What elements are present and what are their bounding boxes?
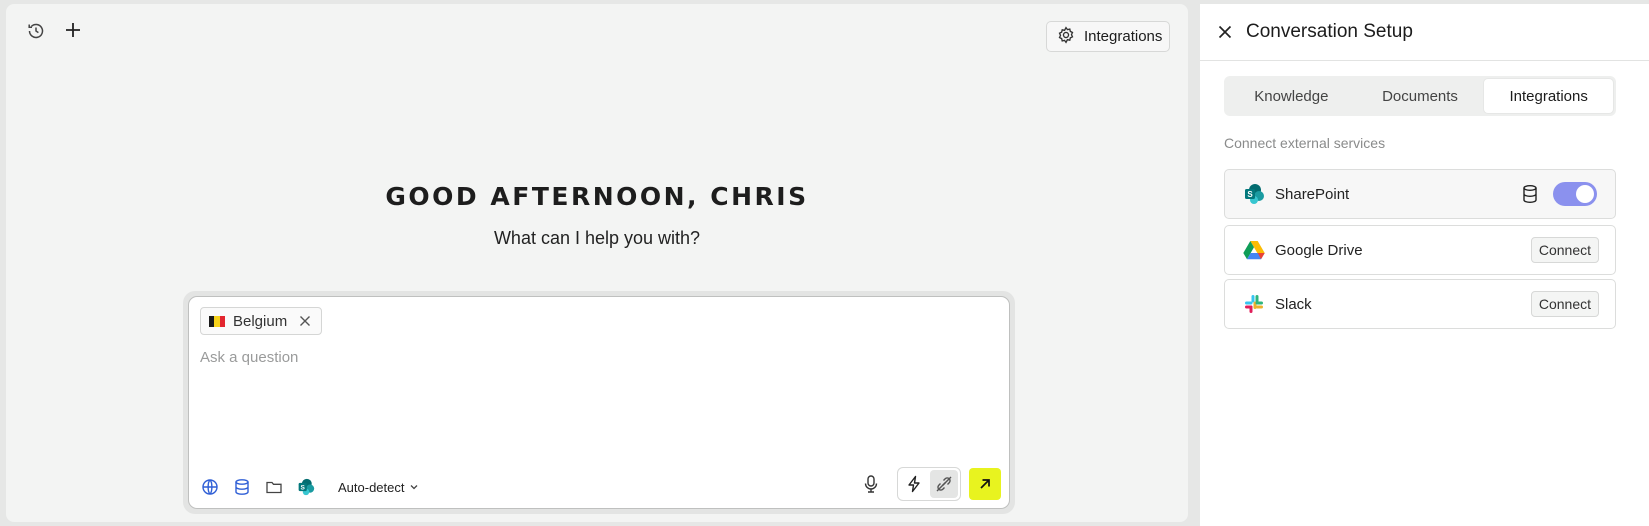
composer-toolbar-left: S Auto-detect bbox=[200, 477, 419, 497]
database-icon[interactable] bbox=[1521, 184, 1539, 204]
sharepoint-toggle[interactable] bbox=[1553, 182, 1597, 206]
service-row-slack: Slack Connect bbox=[1224, 279, 1616, 329]
close-icon[interactable] bbox=[299, 315, 311, 327]
integrations-button[interactable]: Integrations bbox=[1046, 21, 1170, 52]
database-icon[interactable] bbox=[232, 477, 252, 497]
service-row-sharepoint: S SharePoint bbox=[1224, 169, 1616, 219]
main-area: Integrations GOOD AFTERNOON, CHRIS What … bbox=[6, 4, 1188, 522]
country-chip-label: Belgium bbox=[233, 312, 288, 330]
panel-tabs: Knowledge Documents Integrations bbox=[1224, 76, 1616, 116]
panel-header: Conversation Setup bbox=[1200, 4, 1649, 61]
service-name: Slack bbox=[1275, 295, 1312, 313]
slack-logo-icon bbox=[1243, 293, 1265, 315]
language-select-label: Auto-detect bbox=[338, 479, 405, 495]
google-drive-logo-icon bbox=[1243, 239, 1265, 261]
no-link-icon[interactable] bbox=[930, 470, 958, 498]
gear-icon bbox=[1057, 25, 1075, 48]
greeting-subtitle: What can I help you with? bbox=[493, 228, 701, 248]
service-name: Google Drive bbox=[1275, 241, 1363, 259]
integrations-button-label: Integrations bbox=[1084, 28, 1163, 45]
conversation-setup-panel: Conversation Setup Knowledge Documents I… bbox=[1200, 4, 1649, 526]
connect-google-drive-button[interactable]: Connect bbox=[1530, 237, 1599, 263]
service-row-google-drive: Google Drive Connect bbox=[1224, 225, 1616, 275]
chevron-down-icon bbox=[409, 482, 419, 492]
panel-title: Conversation Setup bbox=[1246, 21, 1413, 42]
send-button[interactable] bbox=[969, 468, 1001, 500]
composer: Belgium Ask a question S Auto-detect bbox=[188, 296, 1010, 509]
language-select[interactable]: Auto-detect bbox=[338, 480, 419, 495]
belgium-flag-icon bbox=[209, 315, 225, 327]
connect-slack-button[interactable]: Connect bbox=[1530, 291, 1599, 317]
microphone-icon[interactable] bbox=[857, 470, 885, 498]
lightning-icon[interactable] bbox=[900, 470, 928, 498]
tab-integrations[interactable]: Integrations bbox=[1484, 79, 1614, 113]
sharepoint-icon[interactable]: S bbox=[296, 477, 316, 497]
plus-icon[interactable] bbox=[59, 16, 87, 44]
composer-toolbar-right bbox=[857, 467, 1001, 501]
tab-knowledge[interactable]: Knowledge bbox=[1227, 79, 1356, 113]
sharepoint-logo-icon: S bbox=[1243, 183, 1265, 205]
section-label: Connect external services bbox=[1224, 135, 1386, 151]
mode-toggle-group bbox=[897, 467, 961, 501]
svg-text:S: S bbox=[301, 485, 306, 492]
globe-icon[interactable] bbox=[200, 477, 220, 497]
greeting-title: GOOD AFTERNOON, CHRIS bbox=[385, 182, 809, 211]
svg-text:S: S bbox=[1247, 190, 1253, 199]
arrow-up-right-icon bbox=[978, 477, 992, 491]
tab-documents[interactable]: Documents bbox=[1356, 79, 1485, 113]
country-chip[interactable]: Belgium bbox=[200, 307, 323, 335]
service-name: SharePoint bbox=[1275, 185, 1350, 203]
composer-wrapper: Belgium Ask a question S Auto-detect bbox=[183, 291, 1015, 514]
close-panel-icon[interactable] bbox=[1218, 25, 1232, 39]
question-input[interactable] bbox=[200, 349, 990, 366]
history-icon[interactable] bbox=[22, 17, 50, 45]
folder-icon[interactable] bbox=[264, 477, 284, 497]
